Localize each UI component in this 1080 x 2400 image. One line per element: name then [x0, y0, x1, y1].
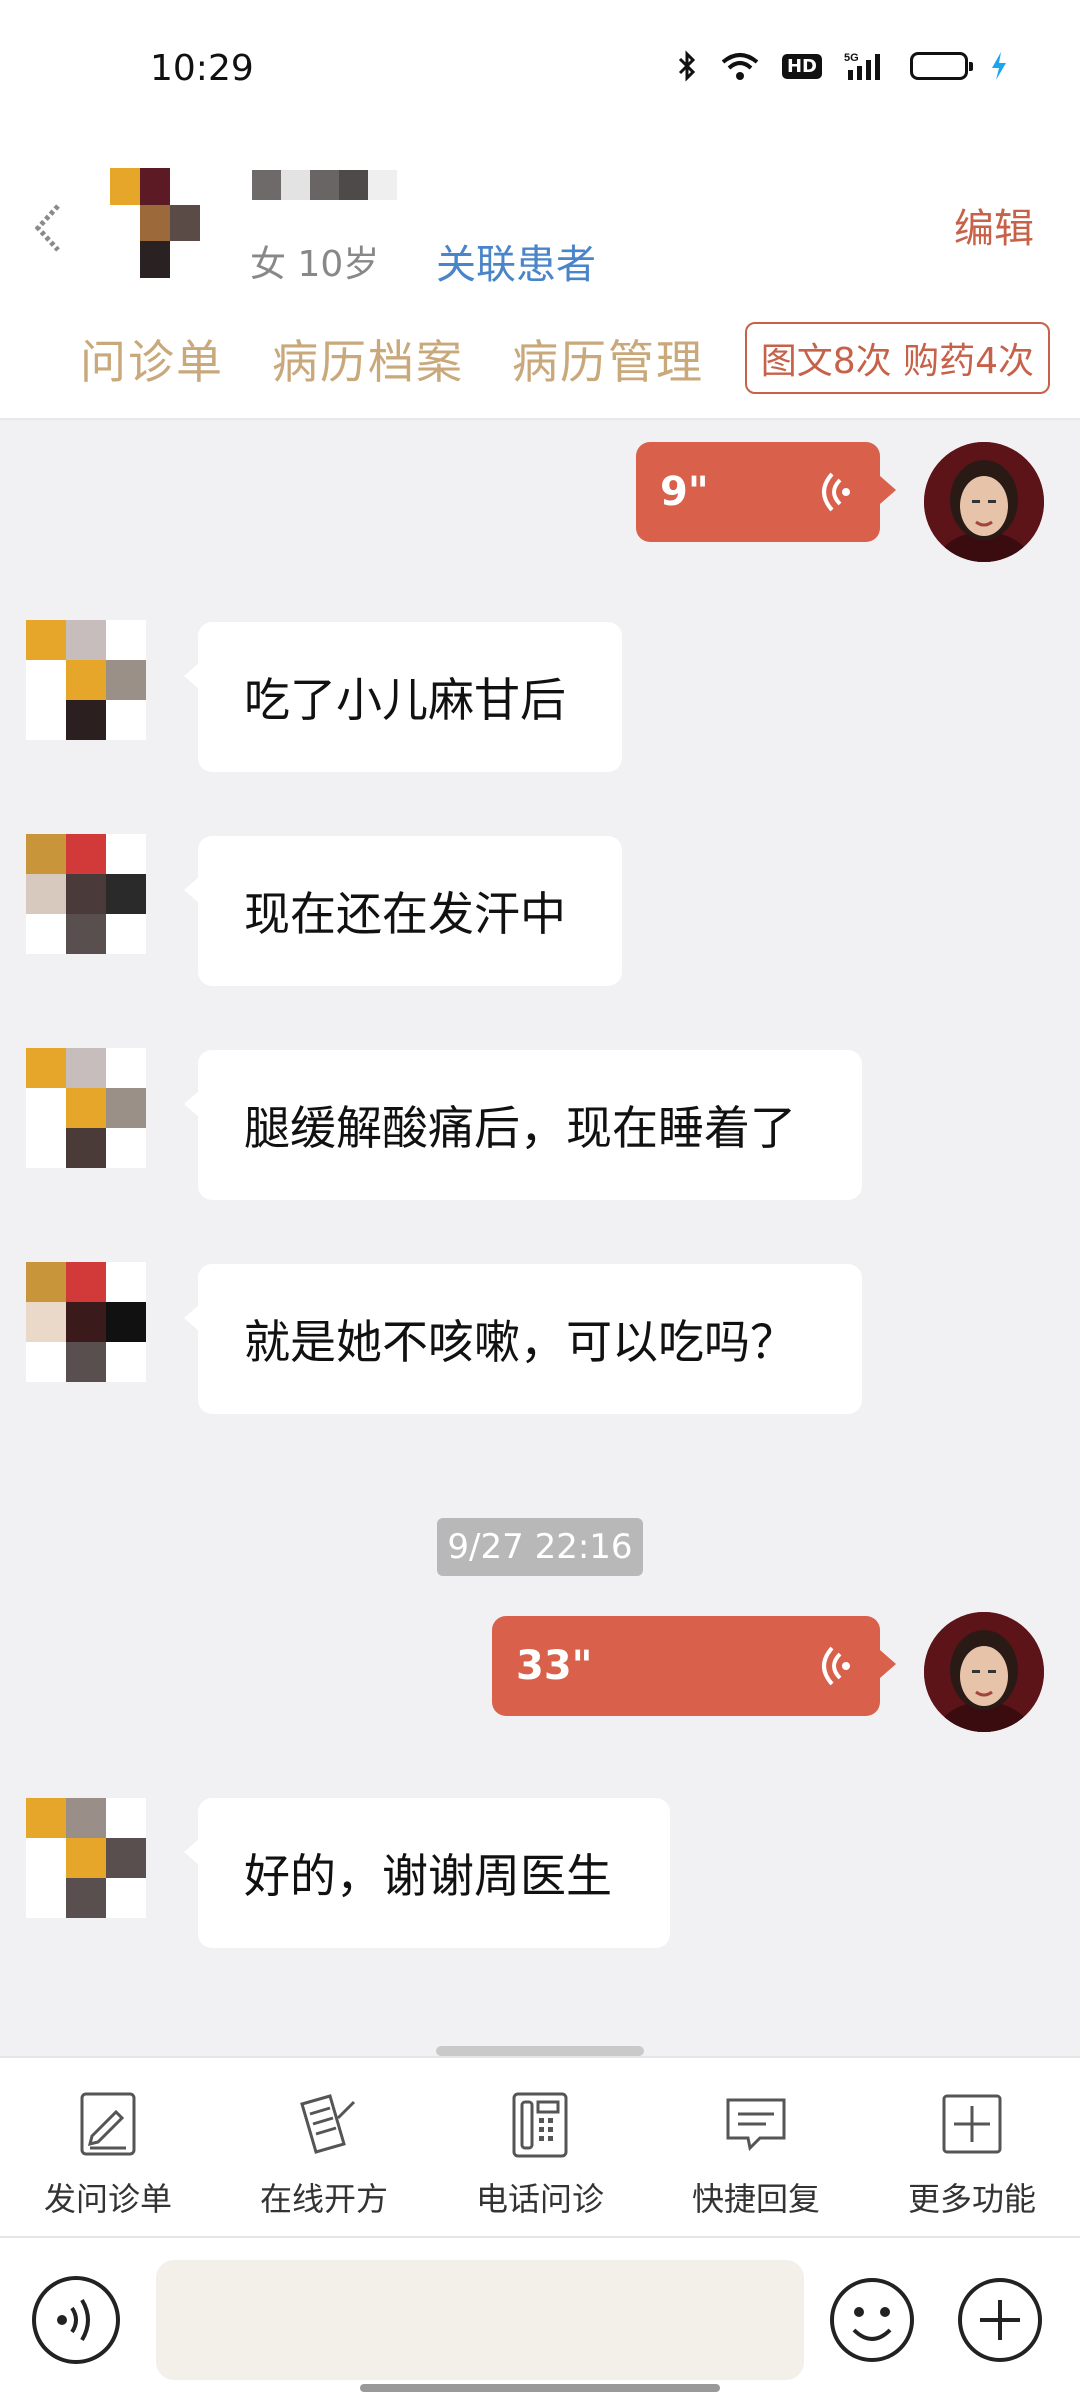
signal-icon: 5G [844, 50, 888, 82]
status-time: 10:29 [150, 48, 254, 89]
plus-square-icon [942, 2094, 1002, 2154]
edit-button[interactable]: 编辑 [954, 196, 1034, 254]
form-edit-icon [80, 2092, 136, 2156]
patient-avatar[interactable] [110, 168, 200, 278]
chat-area[interactable]: 9" 吃了小儿麻甘后 现在还在发汗中 腿缓解酸痛后，现在睡着了 就是她不咳嗽，可… [0, 420, 1080, 2056]
status-bar: 10:29 HD 5G [0, 0, 1080, 140]
wifi-icon [720, 50, 760, 82]
voice-wave-icon [822, 1646, 850, 1686]
attachment-plus-button[interactable] [956, 2276, 1044, 2364]
patient-avatar[interactable] [26, 1048, 146, 1168]
link-patient-link[interactable]: 关联患者 [436, 232, 596, 290]
patient-avatar[interactable] [26, 620, 146, 740]
input-bar [0, 2238, 1080, 2400]
prescription-icon [300, 2094, 356, 2154]
tab-record-management[interactable]: 病历管理 [512, 326, 704, 392]
bluetooth-icon [676, 50, 698, 82]
voice-wave-icon [822, 472, 850, 512]
message-bubble[interactable]: 现在还在发汗中 [184, 836, 622, 986]
message-bubble[interactable]: 腿缓解酸痛后，现在睡着了 [184, 1050, 862, 1200]
message-text: 现在还在发汗中 [244, 887, 566, 941]
patient-avatar[interactable] [26, 834, 146, 954]
status-icons: HD 5G [676, 50, 1008, 82]
patient-name-blurred [252, 170, 397, 200]
message-text: 就是她不咳嗽，可以吃吗？ [244, 1315, 796, 1369]
doctor-avatar[interactable] [924, 442, 1044, 562]
scroll-handle[interactable] [436, 2046, 644, 2056]
svg-text:5G: 5G [844, 52, 859, 64]
telephone-icon [512, 2092, 568, 2158]
tool-label: 更多功能 [907, 2180, 1036, 2218]
quick-reply-icon [726, 2098, 786, 2152]
tab-medical-records[interactable]: 病历档案 [272, 326, 464, 392]
voice-icon [57, 2298, 90, 2342]
tool-label: 发问诊单 [43, 2180, 172, 2218]
message-bubble[interactable]: 好的，谢谢周医生 [184, 1798, 670, 1948]
plus-circle-icon [958, 2278, 1042, 2362]
chat-header: 女 10岁 关联患者 编辑 问诊单 病历档案 病历管理 图文8次 购药4次 [0, 140, 1080, 420]
tool-label: 电话问诊 [475, 2180, 604, 2218]
online-prescription-button[interactable]: 在线开方 [216, 2058, 432, 2236]
message-timestamp: 9/27 22:16 [437, 1518, 643, 1576]
voice-duration: 9" [660, 469, 709, 515]
message-text: 腿缓解酸痛后，现在睡着了 [244, 1101, 796, 1155]
emoji-button[interactable] [828, 2276, 916, 2364]
function-toolbar: 发问诊单 在线开方 电话问诊 快捷回复 更多功能 [0, 2056, 1080, 2238]
patient-avatar[interactable] [26, 1798, 146, 1918]
tool-label: 快捷回复 [691, 2180, 820, 2218]
phone-consult-button[interactable]: 电话问诊 [432, 2058, 648, 2236]
doctor-avatar[interactable] [924, 1612, 1044, 1732]
message-text: 好的，谢谢周医生 [244, 1849, 612, 1903]
voice-duration: 33" [516, 1643, 593, 1689]
message-input[interactable] [156, 2260, 804, 2380]
more-functions-button[interactable]: 更多功能 [864, 2058, 1080, 2236]
send-form-button[interactable]: 发问诊单 [0, 2058, 216, 2236]
smiley-icon [830, 2278, 914, 2362]
service-count-badge[interactable]: 图文8次 购药4次 [744, 322, 1050, 394]
patient-avatar[interactable] [26, 1262, 146, 1382]
voice-message[interactable]: 33" [492, 1616, 896, 1716]
home-indicator[interactable] [360, 2384, 720, 2392]
voice-input-toggle[interactable] [32, 2276, 120, 2364]
voice-message[interactable]: 9" [636, 442, 896, 542]
patient-info: 女 10岁 [250, 244, 380, 285]
tool-label: 在线开方 [259, 2180, 388, 2218]
message-text: 吃了小儿麻甘后 [244, 673, 566, 727]
quick-reply-button[interactable]: 快捷回复 [648, 2058, 864, 2236]
back-icon[interactable] [30, 198, 70, 258]
battery-icon [910, 52, 973, 80]
hd-badge: HD [781, 53, 822, 79]
tab-consultation-form[interactable]: 问诊单 [80, 326, 224, 392]
message-bubble[interactable]: 吃了小儿麻甘后 [184, 622, 622, 772]
header-tabs: 问诊单 病历档案 病历管理 [80, 326, 704, 392]
message-bubble[interactable]: 就是她不咳嗽，可以吃吗？ [184, 1264, 862, 1414]
charging-icon [990, 50, 1008, 82]
